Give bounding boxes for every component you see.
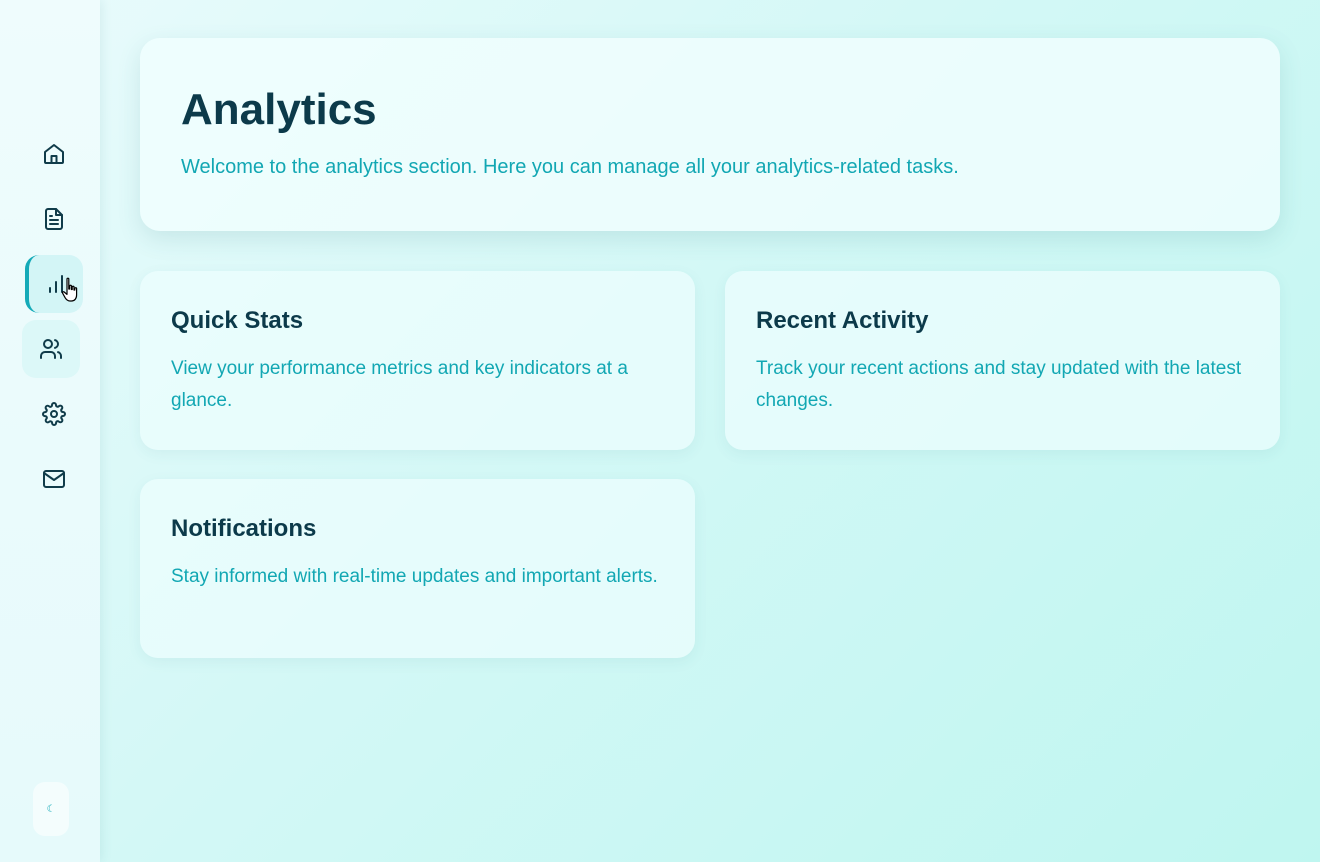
card-recent-activity[interactable]: Recent Activity Track your recent action…	[725, 271, 1280, 450]
card-notifications[interactable]: Notifications Stay informed with real-ti…	[140, 479, 695, 658]
home-icon	[44, 144, 64, 164]
page-header: Analytics Welcome to the analytics secti…	[140, 38, 1280, 231]
moon-icon: ☾	[46, 803, 56, 815]
card-title: Quick Stats	[171, 307, 304, 334]
sidebar-item-settings[interactable]	[25, 385, 83, 443]
page-subtitle: Welcome to the analytics section. Here y…	[181, 156, 959, 178]
card-title: Notifications	[171, 515, 317, 542]
document-icon	[45, 208, 63, 230]
card-description: Track your recent actions and stay updat…	[756, 358, 1242, 411]
sidebar-item-home[interactable]	[25, 125, 83, 183]
mail-icon	[43, 470, 65, 488]
card-title: Recent Activity	[756, 307, 929, 334]
card-description: View your performance metrics and key in…	[171, 358, 628, 411]
card-quick-stats[interactable]: Quick Stats View your performance metric…	[140, 271, 695, 450]
pointer-cursor-icon	[61, 277, 78, 302]
page-title: Analytics	[181, 85, 377, 134]
sidebar-item-mail[interactable]	[25, 450, 83, 508]
card-description: Stay informed with real-time updates and…	[171, 566, 658, 587]
theme-toggle-button[interactable]: ☾	[33, 782, 69, 836]
sidebar-item-users[interactable]	[22, 320, 80, 378]
gear-icon	[42, 402, 66, 426]
users-icon	[40, 339, 62, 359]
sidebar: ☾	[0, 0, 100, 862]
sidebar-item-documents[interactable]	[25, 190, 83, 248]
